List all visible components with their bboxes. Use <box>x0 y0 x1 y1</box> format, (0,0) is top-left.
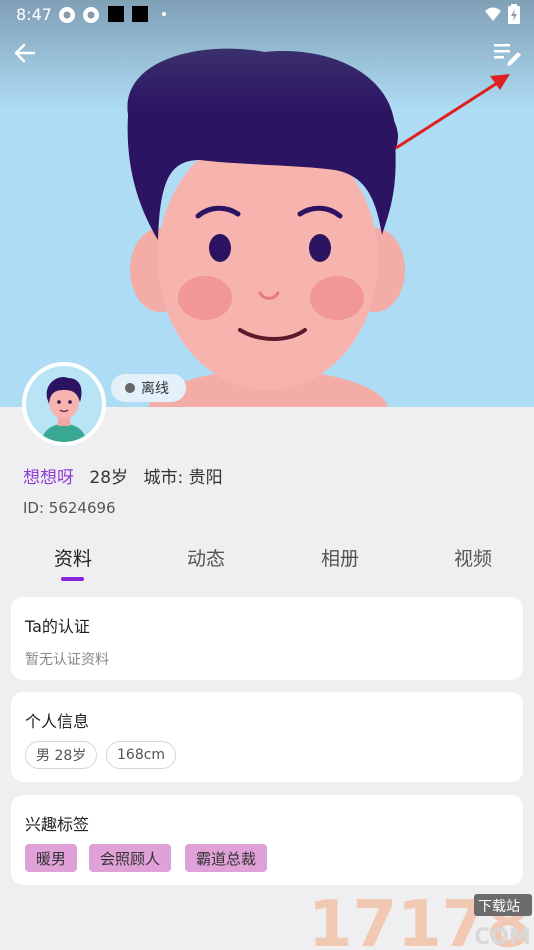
city: 城市: 贵阳 <box>143 468 223 488</box>
annotation-arrow-icon <box>395 74 510 150</box>
notification-icon <box>108 6 124 22</box>
tab-profile[interactable]: 资料 <box>54 544 92 571</box>
verification-empty-text: 暂无认证资料 <box>25 652 109 668</box>
avatar-image <box>26 366 102 442</box>
notification-icon <box>132 6 148 22</box>
watermark-badge: 下载站 <box>478 899 520 915</box>
sync-icon <box>59 7 75 23</box>
age: 28岁 <box>89 468 129 488</box>
avatar[interactable] <box>22 362 106 446</box>
interests-card: 兴趣标签 暖男 会照顾人 霸道总裁 <box>11 795 523 885</box>
battery-icon <box>508 4 520 24</box>
edit-profile-icon[interactable] <box>492 40 522 68</box>
personal-info-title: 个人信息 <box>25 712 90 731</box>
profile-summary: 想想呀 28岁 城市: 贵阳 <box>23 463 223 488</box>
tab-album[interactable]: 相册 <box>321 544 359 571</box>
status-bar: 8:47 <box>0 0 534 28</box>
active-tab-indicator <box>61 577 84 581</box>
status-time: 8:47 <box>16 5 52 24</box>
verification-card: Ta的认证 暂无认证资料 <box>11 597 523 680</box>
interests-title: 兴趣标签 <box>25 815 90 834</box>
nickname: 想想呀 <box>23 468 74 488</box>
more-notifications-icon <box>162 12 166 16</box>
tab-moments[interactable]: 动态 <box>187 544 225 571</box>
online-status-label: 离线 <box>141 381 169 397</box>
gender-age-chip: 男 28岁 <box>25 741 98 769</box>
status-dot-icon <box>125 383 135 393</box>
verification-title: Ta的认证 <box>25 617 90 636</box>
interest-tag: 霸道总裁 <box>185 844 268 872</box>
sync-icon <box>83 7 99 23</box>
back-arrow-icon[interactable] <box>12 40 38 66</box>
personal-info-card: 个人信息 男 28岁 168cm <box>11 692 523 782</box>
wifi-icon <box>485 7 501 21</box>
height-chip: 168cm <box>106 741 177 769</box>
online-status-badge: 离线 <box>111 374 186 402</box>
interest-tag: 会照顾人 <box>89 844 172 872</box>
interest-tag: 暖男 <box>25 844 78 872</box>
watermark-suffix: COM <box>474 925 531 950</box>
tab-video[interactable]: 视频 <box>454 544 492 571</box>
user-id: ID: 5624696 <box>23 499 116 517</box>
site-watermark-logo: 17178 下载站 COM <box>308 888 532 950</box>
